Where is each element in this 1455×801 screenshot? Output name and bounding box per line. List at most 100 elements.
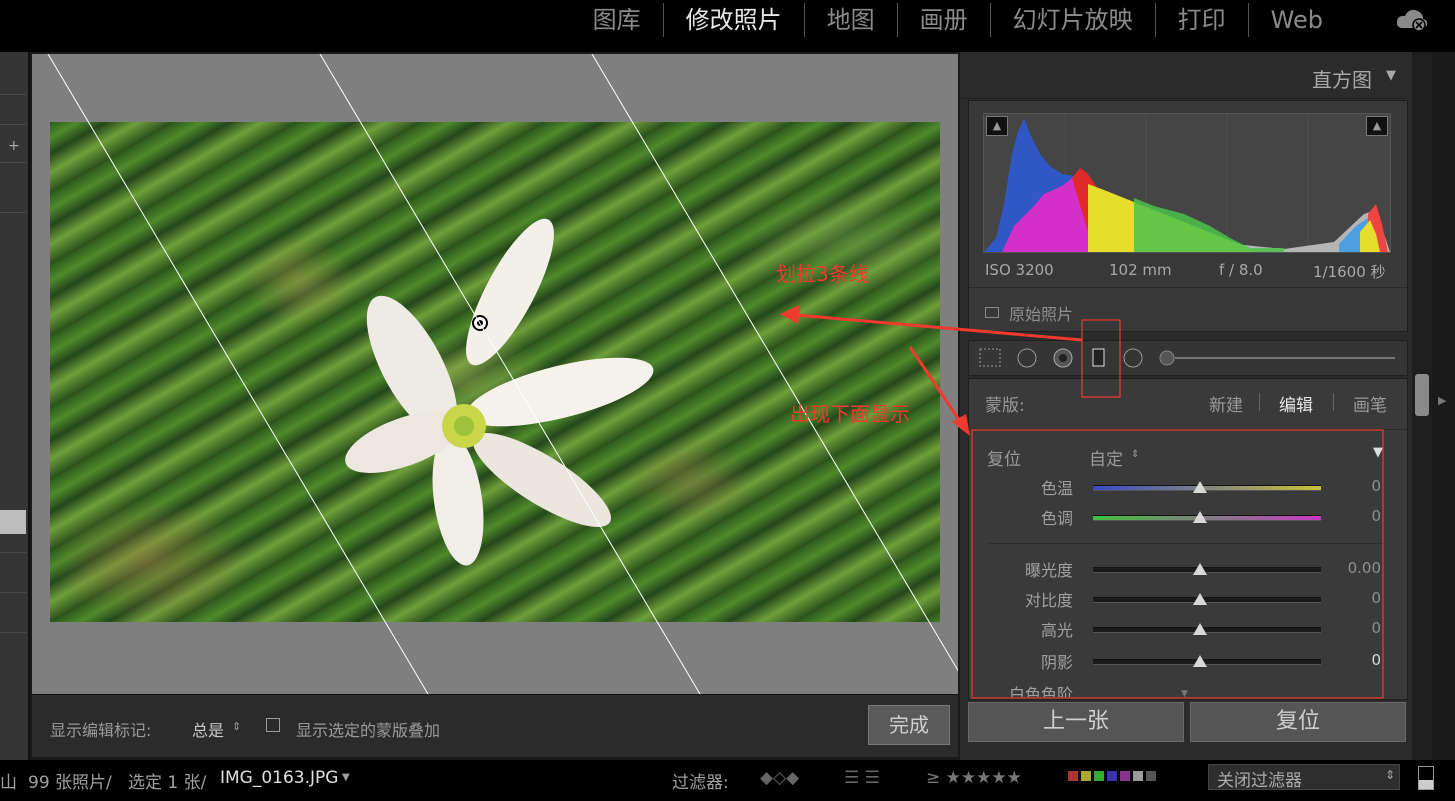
- current-filename[interactable]: IMG_0163.JPG: [220, 768, 338, 788]
- exposure-slider[interactable]: [1093, 567, 1321, 573]
- histogram-panel: ▲ ▲ ISO 3200 102 mm f / 8.0 1/1600 秒 原始照…: [968, 100, 1408, 332]
- mask-label: 蒙版:: [985, 396, 1025, 416]
- original-photo-label: 原始照片: [1009, 305, 1074, 324]
- filter-preset-select[interactable]: 关闭过滤器 ⇕: [1208, 764, 1400, 791]
- histogram-title: 直方图: [1312, 68, 1372, 92]
- tint-slider[interactable]: [1093, 515, 1321, 521]
- show-marks-select[interactable]: 总是: [192, 717, 224, 741]
- slider-thumb[interactable]: [1193, 593, 1207, 605]
- mask-brush-button[interactable]: 画笔: [1353, 391, 1387, 416]
- edit-filter-icon[interactable]: ☰ ☰: [844, 768, 880, 788]
- annotation-appears-below: 出现下面显示: [790, 402, 910, 426]
- slider-thumb[interactable]: [1193, 563, 1207, 575]
- red-eye-icon: [1059, 354, 1067, 362]
- exif-shutter: 1/1600 秒: [1313, 263, 1386, 281]
- highlights-slider[interactable]: [1093, 627, 1321, 633]
- filename-dropdown-icon[interactable]: ▼: [342, 772, 350, 783]
- effect-preset-select[interactable]: 自定: [1089, 445, 1123, 470]
- left-panel-selected-row[interactable]: [0, 510, 26, 534]
- show-marks-label: 显示编辑标记:: [50, 721, 152, 740]
- toolbar: 显示编辑标记: 总是 ⇕ 显示选定的蒙版叠加 完成: [32, 694, 958, 757]
- exif-focal: 102 mm: [1109, 261, 1172, 279]
- module-map[interactable]: 地图: [803, 3, 897, 37]
- graduated-filter-panel: 蒙版: 新建 编辑 画笔 复位 自定 ⇕ ▼ 色温 0 色调 0 曝光度 0.0…: [968, 378, 1408, 700]
- slider-value[interactable]: 0.00: [1331, 559, 1381, 577]
- slider-thumb[interactable]: [1193, 511, 1207, 523]
- slider-thumb[interactable]: [1193, 655, 1207, 667]
- left-panel: +: [0, 52, 30, 760]
- slider-label: 色调: [1040, 509, 1073, 528]
- color-label-filter[interactable]: [1068, 771, 1156, 781]
- right-panel-scrollbar[interactable]: [1412, 52, 1432, 760]
- gradient-lines[interactable]: [32, 54, 958, 694]
- local-tools-strip: [968, 340, 1408, 376]
- source-fragment: 山: [0, 773, 17, 793]
- updown-icon: ⇕: [1384, 768, 1395, 782]
- module-print[interactable]: 打印: [1154, 3, 1248, 37]
- slider-thumb[interactable]: [1193, 481, 1207, 493]
- crop-tool-icon[interactable]: [980, 349, 1000, 366]
- slider-value[interactable]: 0: [1331, 507, 1381, 525]
- filter-off-label: 关闭过滤器: [1217, 771, 1302, 791]
- updown-icon: ⇕: [232, 720, 242, 733]
- module-bar: 图库 修改照片 地图 画册 幻灯片放映 打印 Web: [0, 0, 1455, 52]
- overlay-checkbox[interactable]: [266, 718, 280, 732]
- module-library[interactable]: 图库: [571, 3, 663, 37]
- selected-count: 选定 1 张/: [128, 773, 207, 793]
- histogram[interactable]: ▲ ▲: [983, 113, 1391, 253]
- original-photo-checkbox[interactable]: [985, 307, 999, 318]
- slider-label: 阴影: [1040, 653, 1073, 672]
- scrollbar-thumb[interactable]: [1415, 374, 1429, 416]
- slider-value[interactable]: 0: [1331, 651, 1381, 669]
- slider-label: 高光: [1040, 621, 1073, 640]
- rating-filter-icon[interactable]: ≥ ★★★★★: [926, 768, 1022, 788]
- collapse-triangle-icon[interactable]: ▼: [1386, 68, 1396, 83]
- module-picker: 图库 修改照片 地图 画册 幻灯片放映 打印 Web: [571, 0, 1345, 40]
- shadow-clip-icon[interactable]: ▲: [986, 116, 1008, 136]
- slider-value[interactable]: 0: [1331, 477, 1381, 495]
- slider-label: 白色色阶: [1008, 685, 1073, 697]
- temp-slider[interactable]: [1093, 485, 1321, 491]
- module-slideshow[interactable]: 幻灯片放映: [989, 3, 1155, 37]
- slider-label: 色温: [1040, 479, 1073, 498]
- slider-value[interactable]: 0: [1331, 589, 1381, 607]
- highlight-clip-icon[interactable]: ▲: [1366, 116, 1388, 136]
- module-develop[interactable]: 修改照片: [662, 3, 804, 37]
- panel-end-marker-icon: ▼: [1181, 689, 1188, 699]
- expand-panel-icon[interactable]: ▶: [1438, 394, 1446, 407]
- filter-label: 过滤器:: [672, 773, 729, 793]
- exif-aperture: f / 8.0: [1219, 261, 1263, 279]
- spot-removal-icon: [1017, 348, 1037, 368]
- module-book[interactable]: 画册: [896, 3, 990, 37]
- right-edge: ▶: [1432, 52, 1455, 760]
- done-button[interactable]: 完成: [868, 705, 950, 745]
- flag-filter-icon[interactable]: ◆◇◆: [760, 768, 799, 788]
- effect-reset-label[interactable]: 复位: [987, 445, 1021, 470]
- slider-label: 对比度: [1024, 591, 1073, 610]
- mask-edit-button[interactable]: 编辑: [1279, 391, 1313, 416]
- updown-icon: ⇕: [1131, 449, 1140, 460]
- filter-lock-icon[interactable]: [1418, 766, 1434, 790]
- plus-icon[interactable]: +: [8, 138, 20, 154]
- annotation-three-lines: 划拉3条线: [776, 262, 869, 286]
- filmstrip-bar: 山 99 张照片/ 选定 1 张/ IMG_0163.JPG ▼ 过滤器: ◆◇…: [0, 760, 1455, 801]
- reset-button[interactable]: 复位: [1190, 702, 1406, 742]
- cloud-sync-icon[interactable]: [1395, 6, 1429, 34]
- graduated-filter-icon[interactable]: [1093, 349, 1104, 366]
- module-web[interactable]: Web: [1247, 3, 1345, 37]
- mask-new-button[interactable]: 新建: [1209, 391, 1243, 416]
- histogram-header[interactable]: 直方图 ▼: [960, 52, 1406, 99]
- shadows-slider[interactable]: [1093, 659, 1321, 665]
- slider-value[interactable]: 0: [1331, 619, 1381, 637]
- previous-button[interactable]: 上一张: [968, 702, 1184, 742]
- image-canvas[interactable]: [32, 54, 958, 694]
- slider-label: 曝光度: [1024, 561, 1073, 580]
- right-panel: 直方图 ▼ ▲ ▲ ISO 3200 102 mm f / 8.0 1/1600…: [960, 52, 1412, 760]
- photo-count: 99 张照片/: [28, 773, 112, 793]
- slider-thumb[interactable]: [1193, 623, 1207, 635]
- radial-filter-icon[interactable]: [1124, 349, 1142, 367]
- contrast-slider[interactable]: [1093, 597, 1321, 603]
- exif-iso: ISO 3200: [985, 261, 1054, 279]
- show-overlay-label: 显示选定的蒙版叠加: [296, 721, 441, 740]
- effect-collapse-icon[interactable]: ▼: [1373, 445, 1383, 460]
